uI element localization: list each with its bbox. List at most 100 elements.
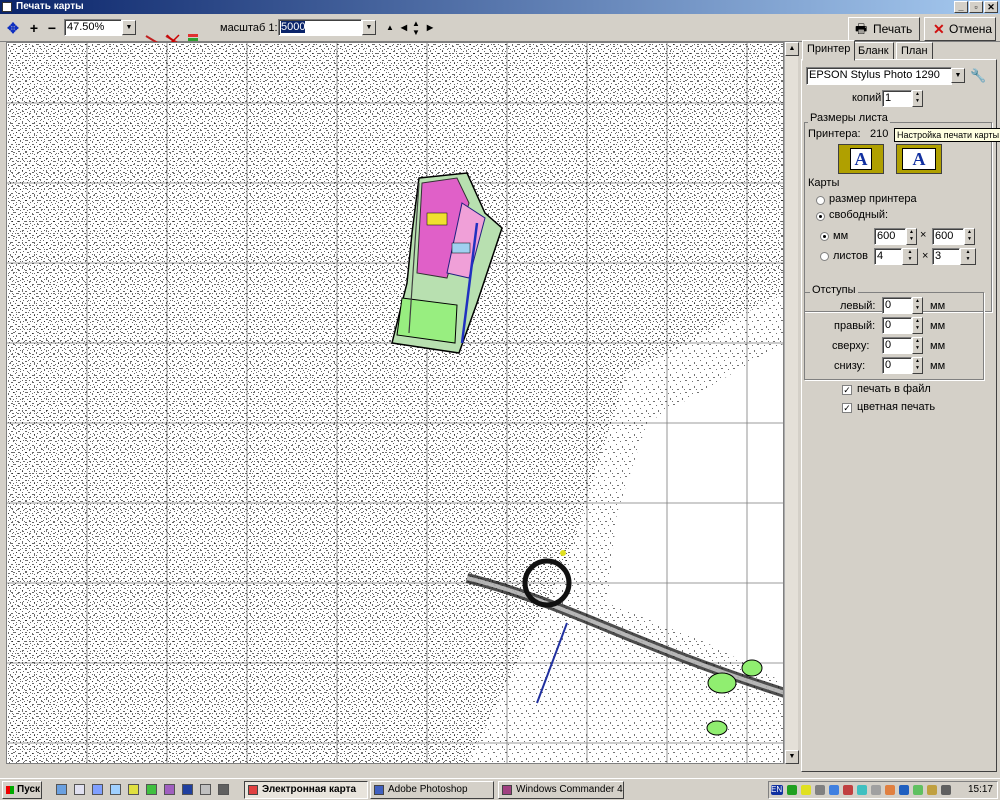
zoom-dropdown-button[interactable]: ▼ xyxy=(122,20,136,35)
scale-input[interactable]: 5000 xyxy=(278,19,362,36)
task-electronic-map[interactable]: Электронная карта xyxy=(244,781,368,799)
app-icon xyxy=(2,2,12,12)
move-icon[interactable]: ✥ xyxy=(4,19,22,37)
zoom-out-button[interactable]: − xyxy=(44,19,60,37)
tray-network-icon[interactable] xyxy=(787,785,797,795)
color-print-checkbox[interactable]: ✓ xyxy=(842,403,852,413)
zoom-input[interactable]: 47.50% xyxy=(64,19,122,36)
tray-app7-icon[interactable] xyxy=(885,785,895,795)
scale-spin-up-icon[interactable]: ▲ xyxy=(384,19,396,37)
arrow-right-icon[interactable]: ▶ xyxy=(424,19,436,37)
print-settings-tooltip: Настройка печати карты xyxy=(894,128,1000,142)
quicklaunch-ie-icon[interactable] xyxy=(56,784,67,795)
mm-height-spinner[interactable]: ▲ ▼ xyxy=(964,228,975,245)
copies-spinner[interactable]: ▲ ▼ xyxy=(912,90,923,107)
printer-properties-icon[interactable]: 🔧 xyxy=(970,68,986,84)
times-sign: × xyxy=(920,229,927,241)
margin-bottom-spinner[interactable]: ▲ ▼ xyxy=(912,357,923,374)
map-preview[interactable] xyxy=(6,42,784,764)
portrait-orientation-button[interactable]: A xyxy=(838,144,884,174)
scale-dropdown-button[interactable]: ▼ xyxy=(362,20,376,35)
quicklaunch-mail-icon[interactable] xyxy=(110,784,121,795)
margin-top-input[interactable]: 0 xyxy=(882,337,912,354)
arrow-left-icon[interactable]: ◀ xyxy=(398,19,410,37)
close-button[interactable]: ✕ xyxy=(984,1,998,13)
mm-width-spinner[interactable]: ▲ ▼ xyxy=(906,228,917,245)
tray-app5-icon[interactable] xyxy=(857,785,867,795)
quicklaunch-app3-icon[interactable] xyxy=(164,784,175,795)
landscape-letter: A xyxy=(902,148,936,170)
clock: 15:17 xyxy=(967,784,993,795)
task-photoshop-icon xyxy=(374,785,384,795)
mm-radio[interactable] xyxy=(820,232,829,241)
tab-plan[interactable]: План xyxy=(896,42,933,60)
print-button[interactable]: 🖶 Печать xyxy=(848,17,920,41)
margin-left-input[interactable]: 0 xyxy=(882,297,912,314)
scroll-down-button[interactable]: ▼ xyxy=(785,750,799,764)
print-to-file-label: печать в файл xyxy=(857,383,931,395)
arrow-updown-icon[interactable]: ▲ ▼ xyxy=(410,19,422,37)
task-electronic-map-label: Электронная карта xyxy=(262,784,357,795)
tray-app6-icon[interactable] xyxy=(871,785,881,795)
maximize-button[interactable]: ▫ xyxy=(969,1,983,13)
quicklaunch-app6-icon[interactable] xyxy=(218,784,229,795)
printer-size-radio[interactable] xyxy=(816,196,825,205)
toolbar: ✥ + − 47.50% ▼ масштаб 1: 5000 ▼ ▲ ◀ ▲ ▼ … xyxy=(0,14,1000,49)
maps-label: Карты xyxy=(808,177,840,189)
tray-app3-icon[interactable] xyxy=(829,785,839,795)
scroll-up-button[interactable]: ▲ xyxy=(785,42,799,56)
title-bar: Печать карты _ ▫ ✕ xyxy=(0,0,1000,14)
tray-volume-icon[interactable] xyxy=(941,785,951,795)
copies-input[interactable]: 1 xyxy=(882,90,912,107)
margin-right-label: правый: xyxy=(834,320,876,332)
mm-height-input[interactable]: 600 xyxy=(932,228,964,245)
free-size-radio[interactable] xyxy=(816,212,825,221)
start-button[interactable]: Пуск xyxy=(2,781,42,799)
language-indicator[interactable]: EN xyxy=(771,785,783,795)
quicklaunch-app2-icon[interactable] xyxy=(146,784,157,795)
tray-app8-icon[interactable] xyxy=(899,785,909,795)
taskbar: Пуск Электронная карта Adobe Photoshop W… xyxy=(0,778,1000,800)
margin-left-spinner[interactable]: ▲ ▼ xyxy=(912,297,923,314)
minimize-button[interactable]: _ xyxy=(954,1,968,13)
sheets-height-input[interactable]: 3 xyxy=(932,248,960,265)
cancel-button[interactable]: ✕ Отмена xyxy=(924,17,996,41)
margin-top-unit: мм xyxy=(930,340,946,352)
tray-app2-icon[interactable] xyxy=(815,785,825,795)
printer-select[interactable]: EPSON Stylus Photo 1290 xyxy=(806,67,952,85)
printer-dropdown-button[interactable]: ▼ xyxy=(951,68,965,83)
margin-top-spinner[interactable]: ▲ ▼ xyxy=(912,337,923,354)
task-windows-commander[interactable]: Windows Commander 4.... xyxy=(498,781,624,799)
printer-size-option: размер принтера xyxy=(829,193,917,205)
portrait-letter: A xyxy=(850,148,872,170)
quicklaunch-app4-icon[interactable] xyxy=(182,784,193,795)
quicklaunch-desktop-icon[interactable] xyxy=(92,784,103,795)
task-photoshop-label: Adobe Photoshop xyxy=(388,784,468,795)
print-settings-panel: Принтер Бланк План EPSON Stylus Photo 12… xyxy=(800,40,1000,772)
sheets-width-spinner[interactable]: ▲ ▼ xyxy=(902,248,918,265)
quicklaunch-explorer-icon[interactable] xyxy=(74,784,85,795)
tray-app10-icon[interactable] xyxy=(927,785,937,795)
task-photoshop[interactable]: Adobe Photoshop xyxy=(370,781,494,799)
landscape-orientation-button[interactable]: A xyxy=(896,144,942,174)
printer-size-value: 210 xyxy=(870,128,889,140)
sheets-width-input[interactable]: 4 xyxy=(874,248,902,265)
sheets-radio[interactable] xyxy=(820,252,829,261)
tray-app9-icon[interactable] xyxy=(913,785,923,795)
sheets-height-spinner[interactable]: ▲ ▼ xyxy=(960,248,976,265)
mm-width-input[interactable]: 600 xyxy=(874,228,906,245)
margin-right-input[interactable]: 0 xyxy=(882,317,912,334)
cancel-icon: ✕ xyxy=(933,21,945,37)
zoom-in-button[interactable]: + xyxy=(26,19,42,37)
tray-app4-icon[interactable] xyxy=(843,785,853,795)
margin-right-spinner[interactable]: ▲ ▼ xyxy=(912,317,923,334)
quicklaunch-app5-icon[interactable] xyxy=(200,784,211,795)
print-to-file-checkbox[interactable]: ✓ xyxy=(842,385,852,395)
map-vertical-scrollbar[interactable]: ▲ ▼ xyxy=(784,42,799,764)
margin-bottom-input[interactable]: 0 xyxy=(882,357,912,374)
printer-icon: 🖶 xyxy=(855,21,868,36)
tab-printer[interactable]: Принтер xyxy=(802,40,856,61)
tray-app1-icon[interactable] xyxy=(801,785,811,795)
tab-blank[interactable]: Бланк xyxy=(853,42,894,60)
quicklaunch-app1-icon[interactable] xyxy=(128,784,139,795)
